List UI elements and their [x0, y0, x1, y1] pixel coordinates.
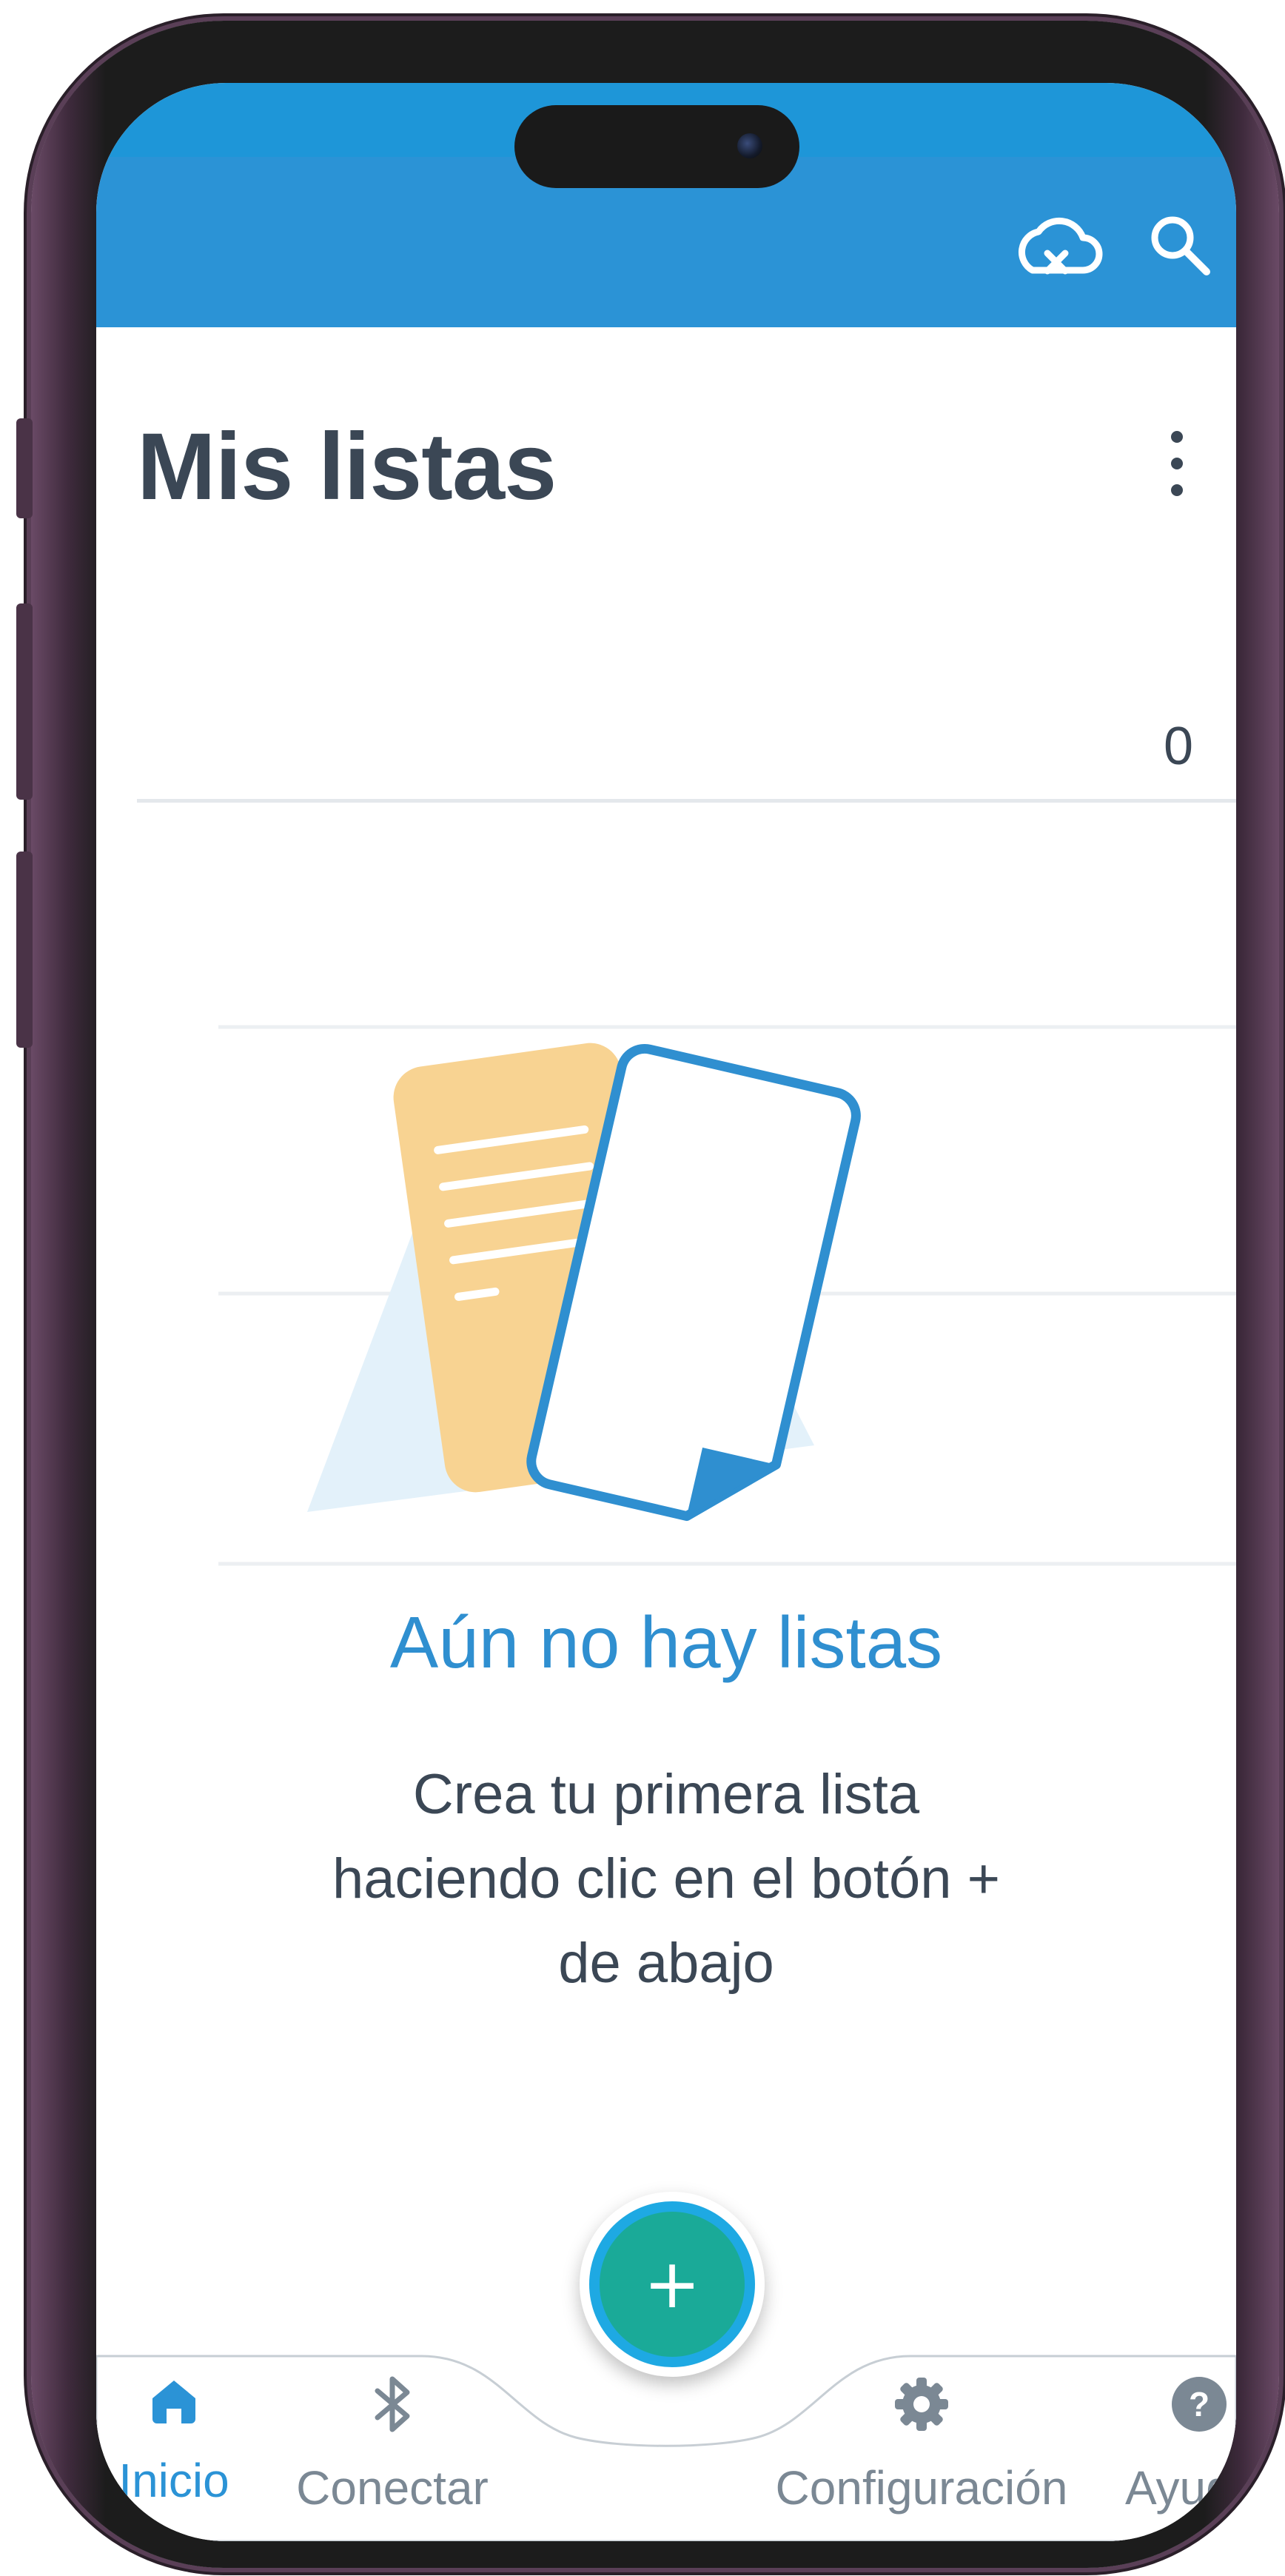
empty-state-description: Crea tu primera lista haciendo clic en e… [332, 1763, 1001, 1995]
settings-icon [895, 2378, 948, 2431]
side-button-silent [16, 418, 33, 518]
list-count: 0 [1163, 717, 1193, 776]
fab-ring: + [589, 2201, 755, 2367]
page-title: Mis listas [137, 414, 557, 520]
nav-item-ayuda[interactable]: ? Ayud [1125, 2375, 1236, 2515]
more-vert-icon[interactable] [1162, 431, 1192, 498]
nav-label-conectar: Conectar [296, 2461, 489, 2515]
nav-item-configuracion[interactable]: Configuración [759, 2375, 1084, 2515]
svg-text:?: ? [1189, 2385, 1209, 2423]
empty-state-title: Aún no hay listas [389, 1602, 943, 1683]
nav-label-ayuda: Ayud [1125, 2461, 1232, 2515]
side-button-volume-down [16, 852, 33, 1048]
cloud-off-icon[interactable] [1010, 213, 1103, 287]
empty-lists-illustration [218, 1025, 1236, 1566]
add-list-button[interactable]: + [580, 2192, 765, 2377]
nav-item-conectar[interactable]: Conectar [285, 2375, 500, 2515]
dynamic-island [514, 105, 799, 188]
nav-label-configuracion: Configuración [775, 2461, 1068, 2515]
search-icon[interactable] [1147, 213, 1214, 279]
side-button-volume-up [16, 603, 33, 800]
help-icon: ? [1172, 2377, 1227, 2432]
home-icon [152, 2381, 195, 2423]
nav-item-inicio[interactable]: Inicio [96, 2375, 252, 2508]
header-divider [137, 799, 1236, 803]
nav-label-inicio: Inicio [118, 2454, 229, 2507]
add-icon: + [600, 2212, 745, 2357]
app-screen: Mis listas 0 Aún no hay listas Crea tu p… [96, 83, 1236, 2541]
front-camera [737, 133, 762, 158]
bluetooth-icon [375, 2376, 410, 2432]
